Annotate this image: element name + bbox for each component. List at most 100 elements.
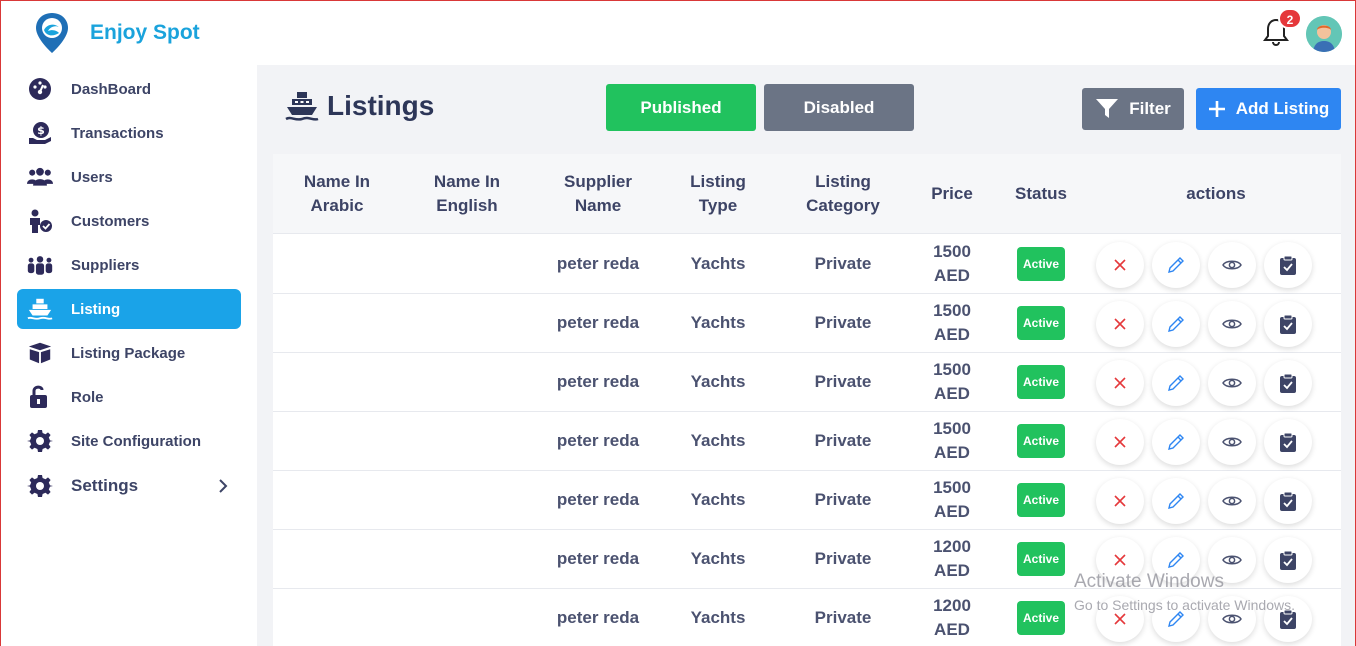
cell-name-arabic — [287, 235, 387, 293]
cell-name-english — [417, 353, 517, 411]
sidebar-item-label: Suppliers — [71, 256, 140, 274]
sidebar-item-users[interactable]: Users — [17, 157, 241, 197]
delete-button[interactable] — [1096, 360, 1144, 406]
delete-button[interactable] — [1096, 242, 1144, 288]
tab-disabled[interactable]: Disabled — [764, 84, 914, 131]
view-button[interactable] — [1208, 419, 1256, 465]
enjoy-spot-logo-icon[interactable] — [34, 11, 70, 55]
sidebar-item-listing-package[interactable]: Listing Package — [17, 333, 241, 373]
gear-icon — [27, 430, 53, 452]
view-button[interactable] — [1208, 360, 1256, 406]
column-header-name-arabic[interactable]: Name In Arabic — [287, 154, 387, 234]
close-x-icon — [1114, 613, 1126, 625]
view-button[interactable] — [1208, 301, 1256, 347]
cell-name-english — [417, 589, 517, 646]
pencil-icon — [1168, 611, 1184, 627]
sidebar-item-role[interactable]: Role — [17, 377, 241, 417]
cell-listing-type: Yachts — [690, 254, 746, 273]
cell-listing-type: Yachts — [690, 313, 746, 332]
cell-name-english — [417, 530, 517, 588]
cell-price: 1500 AED — [933, 301, 971, 344]
pencil-icon — [1168, 552, 1184, 568]
cell-name-arabic — [287, 353, 387, 411]
column-header-status[interactable]: Status — [1003, 154, 1079, 234]
sidebar-item-site-configuration[interactable]: Site Configuration — [17, 421, 241, 461]
cell-price: 1200 AED — [933, 537, 971, 580]
close-x-icon — [1114, 436, 1126, 448]
column-header-supplier[interactable]: Supplier Name — [548, 154, 648, 234]
pencil-icon — [1168, 434, 1184, 450]
tab-published[interactable]: Published — [606, 84, 756, 131]
view-button[interactable] — [1208, 537, 1256, 583]
close-x-icon — [1114, 259, 1126, 271]
delete-button[interactable] — [1096, 419, 1144, 465]
cell-status: Active — [1003, 412, 1079, 470]
eye-icon — [1222, 260, 1242, 270]
brand-name[interactable]: Enjoy Spot — [90, 21, 200, 45]
clipboard-button[interactable] — [1264, 596, 1312, 642]
eye-icon — [1222, 614, 1242, 624]
view-button[interactable] — [1208, 596, 1256, 642]
view-button[interactable] — [1208, 478, 1256, 524]
top-bar: Enjoy Spot 2 — [1, 1, 1355, 65]
column-header-price[interactable]: Price — [918, 154, 986, 234]
edit-button[interactable] — [1152, 242, 1200, 288]
clipboard-check-icon — [1280, 609, 1296, 629]
filter-button[interactable]: Filter — [1082, 88, 1184, 130]
clipboard-check-icon — [1280, 314, 1296, 334]
sidebar-item-label: Transactions — [71, 124, 164, 142]
user-avatar[interactable] — [1306, 16, 1342, 52]
page-title: Listings — [327, 90, 435, 121]
sidebar-item-dashboard[interactable]: DashBoard — [17, 69, 241, 109]
users-group-icon — [27, 167, 53, 186]
cell-name-arabic — [287, 530, 387, 588]
edit-button[interactable] — [1152, 301, 1200, 347]
close-x-icon — [1114, 554, 1126, 566]
edit-button[interactable] — [1152, 478, 1200, 524]
column-header-name-english[interactable]: Name In English — [417, 154, 517, 234]
sidebar-item-listing[interactable]: Listing — [17, 289, 241, 329]
delete-button[interactable] — [1096, 596, 1144, 642]
sidebar-item-settings[interactable]: Settings — [17, 466, 241, 506]
sidebar-item-label: DashBoard — [71, 80, 152, 98]
sidebar-item-transactions[interactable]: $ Transactions — [17, 113, 241, 153]
gear-icon — [27, 475, 53, 497]
cell-listing-type: Yachts — [690, 490, 746, 509]
clipboard-button[interactable] — [1264, 419, 1312, 465]
cell-name-arabic — [287, 589, 387, 646]
clipboard-button[interactable] — [1264, 360, 1312, 406]
sidebar-item-suppliers[interactable]: Suppliers — [17, 245, 241, 285]
clipboard-button[interactable] — [1264, 478, 1312, 524]
notification-count-badge[interactable]: 2 — [1278, 8, 1302, 29]
delete-button[interactable] — [1096, 301, 1144, 347]
cell-listing-type: Yachts — [690, 608, 746, 627]
pencil-icon — [1168, 375, 1184, 391]
sidebar-item-customers[interactable]: Customers — [17, 201, 241, 241]
column-header-listing-category[interactable]: Listing Category — [788, 154, 898, 234]
cell-status: Active — [1003, 294, 1079, 352]
table-row: peter reda Yachts Private 1500 AED Activ… — [273, 294, 1341, 353]
status-badge: Active — [1016, 601, 1066, 635]
chevron-right-icon[interactable] — [217, 477, 229, 495]
clipboard-button[interactable] — [1264, 301, 1312, 347]
eye-icon — [1222, 555, 1242, 565]
add-listing-button[interactable]: Add Listing — [1196, 88, 1341, 130]
edit-button[interactable] — [1152, 419, 1200, 465]
sidebar-item-label: Users — [71, 168, 113, 186]
eye-icon — [1222, 378, 1242, 388]
edit-button[interactable] — [1152, 537, 1200, 583]
view-button[interactable] — [1208, 242, 1256, 288]
column-header-listing-type[interactable]: Listing Type — [673, 154, 763, 234]
eye-icon — [1222, 437, 1242, 447]
clipboard-button[interactable] — [1264, 242, 1312, 288]
edit-button[interactable] — [1152, 596, 1200, 642]
delete-button[interactable] — [1096, 537, 1144, 583]
cell-listing-type: Yachts — [690, 549, 746, 568]
cell-supplier-name: peter reda — [556, 254, 640, 273]
ship-icon — [27, 298, 53, 320]
pencil-icon — [1168, 316, 1184, 332]
delete-button[interactable] — [1096, 478, 1144, 524]
edit-button[interactable] — [1152, 360, 1200, 406]
cell-listing-category: Private — [814, 490, 872, 509]
clipboard-button[interactable] — [1264, 537, 1312, 583]
